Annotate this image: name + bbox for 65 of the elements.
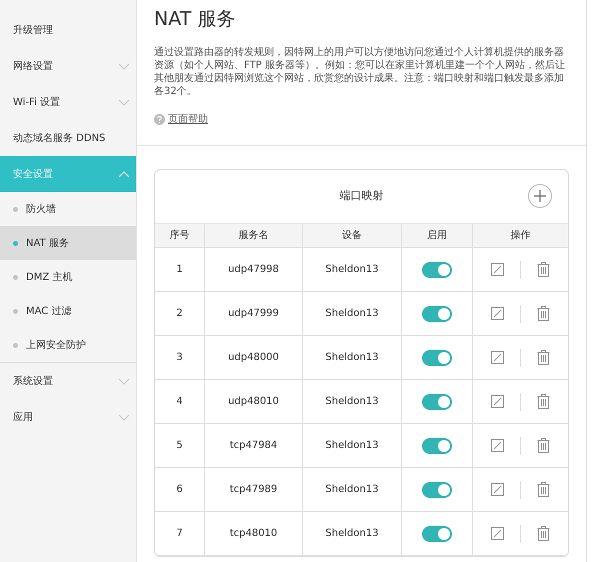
column-header: 启用 [402, 224, 473, 247]
sidebar-item[interactable]: 应用 [0, 399, 136, 435]
table-cell: Sheldon13 [303, 380, 402, 423]
edit-icon[interactable] [491, 439, 504, 452]
table-cell: Sheldon13 [303, 336, 402, 379]
table-cell: 4 [155, 380, 205, 423]
column-header: 序号 [155, 224, 205, 247]
table-cell: udp48010 [205, 380, 303, 423]
table-cell: 1 [155, 248, 205, 291]
table-cell: 3 [155, 336, 205, 379]
toggle-switch[interactable] [422, 350, 452, 366]
trash-icon[interactable] [537, 438, 550, 453]
sidebar-item[interactable]: 升级管理 [0, 12, 136, 48]
toggle-switch[interactable] [422, 306, 452, 322]
plus-icon [534, 190, 546, 202]
column-header: 操作 [510, 229, 532, 243]
toggle-switch[interactable] [422, 526, 452, 542]
table-cell: 5 [155, 424, 205, 467]
edit-icon[interactable] [491, 351, 504, 364]
sidebar-subitem[interactable]: 上网安全防护 [0, 328, 136, 362]
sidebar-subitem[interactable]: 防火墙 [0, 192, 136, 226]
table-cell: 6 [155, 468, 205, 511]
trash-icon[interactable] [537, 350, 550, 365]
table-cell: Sheldon13 [303, 292, 402, 335]
table-cell: udp47998 [205, 248, 303, 291]
edit-icon[interactable] [491, 395, 504, 408]
table-cell: udp47999 [205, 292, 303, 335]
edit-icon[interactable] [491, 483, 504, 496]
column-header: 服务名 [205, 224, 303, 247]
sidebar-subitem[interactable]: NAT 服务 [0, 226, 136, 260]
sidebar-item[interactable]: 动态域名服务 DDNS [0, 120, 136, 156]
sidebar-subitem[interactable]: DMZ 主机 [0, 260, 136, 294]
toggle-switch[interactable] [422, 438, 452, 454]
toggle-switch[interactable] [422, 394, 452, 410]
edit-icon[interactable] [491, 527, 504, 540]
help-link[interactable]: 页面帮助 [168, 112, 208, 127]
table-cell: Sheldon13 [303, 248, 402, 291]
trash-icon[interactable] [537, 394, 550, 409]
page-title: NAT 服务 [154, 6, 236, 32]
table-cell: Sheldon13 [303, 424, 402, 467]
trash-icon[interactable] [537, 306, 550, 321]
table-title: 端口映射 [340, 188, 384, 204]
description-text: 通过设置路由器的转发规则，因特网上的用户可以方便地访问您通过个人计算机提供的服务器资源（如个人网站、FTP 服务器等）。例如：您可以在家里计算机里建一个个人网站，然后让其他朋友通过因特网浏览这个网站，欣赏您的设计成果。注意：端口映射和端口触发最多添加各32个。 [154, 46, 566, 98]
toggle-switch[interactable] [422, 262, 452, 278]
table-cell: tcp47989 [205, 468, 303, 511]
table-cell: tcp47984 [205, 424, 303, 467]
column-header: 设备 [303, 224, 402, 247]
trash-icon[interactable] [537, 526, 550, 541]
table-cell: tcp48010 [205, 512, 303, 555]
toggle-switch[interactable] [422, 482, 452, 498]
sidebar-item[interactable]: Wi-Fi 设置 [0, 84, 136, 120]
table-cell: Sheldon13 [303, 512, 402, 555]
sidebar-subitem[interactable]: MAC 过滤 [0, 294, 136, 328]
trash-icon[interactable] [537, 262, 550, 277]
table-cell: 7 [155, 512, 205, 555]
sidebar-item[interactable]: 网络设置 [0, 48, 136, 84]
table-cell: Sheldon13 [303, 468, 402, 511]
table-cell: udp48000 [205, 336, 303, 379]
edit-icon[interactable] [491, 263, 504, 276]
help-icon [154, 114, 165, 125]
trash-icon[interactable] [537, 482, 550, 497]
table-cell: 2 [155, 292, 205, 335]
sidebar-item[interactable]: 系统设置 [0, 363, 136, 399]
edit-icon[interactable] [491, 307, 504, 320]
add-button[interactable] [528, 184, 552, 208]
